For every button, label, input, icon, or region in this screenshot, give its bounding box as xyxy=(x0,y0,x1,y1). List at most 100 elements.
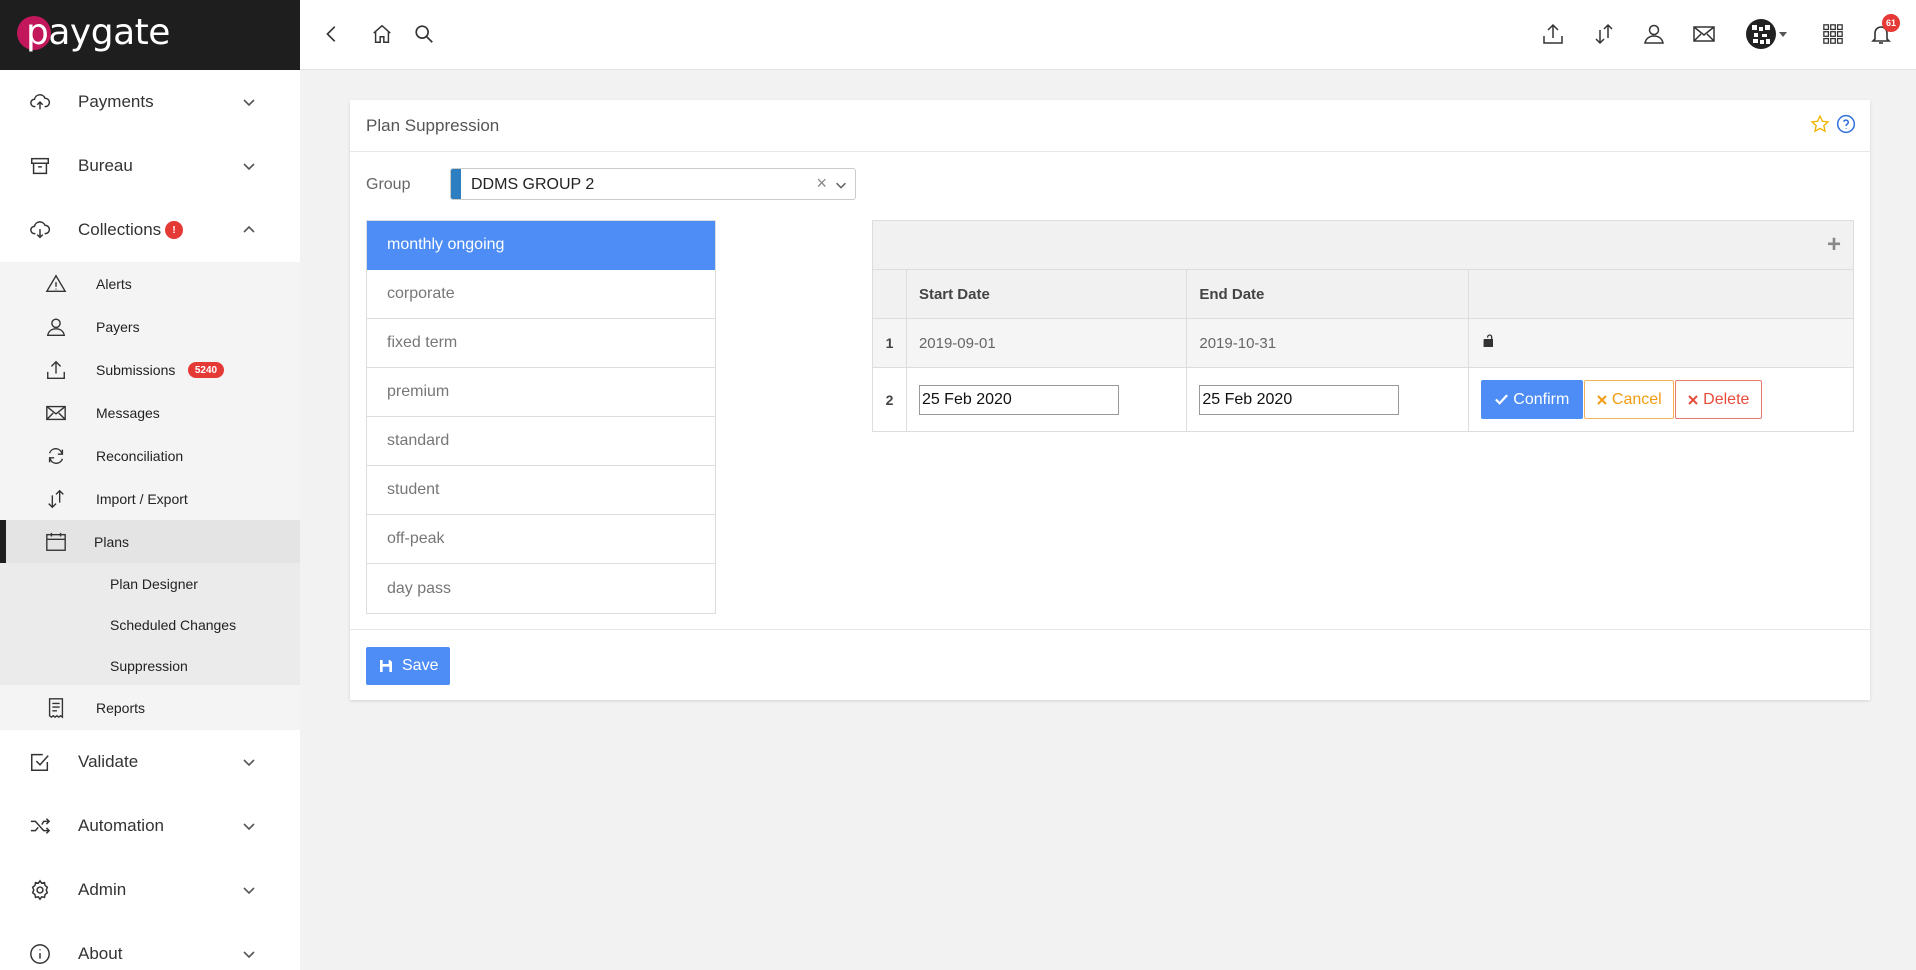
chevron-down-icon xyxy=(243,759,255,767)
sidebar-item-label: Payments xyxy=(78,92,154,111)
user-icon[interactable] xyxy=(1640,20,1668,48)
sync-icon xyxy=(44,444,68,468)
sidebar-item-label: Admin xyxy=(78,880,127,899)
page-title: Plan Suppression xyxy=(366,116,500,135)
sidebar-item-messages[interactable]: Messages xyxy=(0,391,300,434)
sidebar-item-suppression[interactable]: Suppression xyxy=(0,645,300,686)
plan-item-standard[interactable]: standard xyxy=(367,417,715,466)
topbar: 61 xyxy=(300,0,1916,70)
plan-item-corporate[interactable]: corporate xyxy=(367,270,715,319)
end-date-cell[interactable]: 2019-10-31 xyxy=(1187,319,1469,367)
cloud-download-icon xyxy=(28,218,52,242)
sidebar-item-plans[interactable]: Plans xyxy=(0,520,300,563)
table-row-editing[interactable]: 2 Confirm Cancel Delete xyxy=(873,368,1853,431)
start-date-input[interactable] xyxy=(918,384,1119,415)
sidebar-item-label: Automation xyxy=(78,816,164,835)
plan-item-monthly-ongoing[interactable]: monthly ongoing xyxy=(367,221,715,270)
sidebar-item-payments[interactable]: Payments xyxy=(0,70,300,134)
sidebar-item-label: Messages xyxy=(96,404,160,421)
plan-item-day-pass[interactable]: day pass xyxy=(367,564,715,613)
group-select[interactable]: DDMS GROUP 2 × xyxy=(450,168,856,200)
alert-badge: ! xyxy=(165,221,183,239)
transfer-icon[interactable] xyxy=(1590,20,1618,48)
chevron-down-icon[interactable] xyxy=(833,177,849,193)
sidebar-item-label: Submissions xyxy=(96,361,176,378)
floppy-disk-icon xyxy=(380,660,392,672)
avatar[interactable] xyxy=(1742,19,1792,49)
sidebar-item-plan-designer[interactable]: Plan Designer xyxy=(0,563,300,604)
clear-icon[interactable]: × xyxy=(816,173,827,194)
confirm-label: Confirm xyxy=(1513,390,1570,408)
sidebar-item-label: Bureau xyxy=(78,156,133,175)
upload-icon xyxy=(44,358,68,382)
chevron-down-icon xyxy=(243,823,255,831)
confirm-button[interactable]: Confirm xyxy=(1480,380,1583,419)
sidebar-item-payers[interactable]: Payers xyxy=(0,305,300,348)
home-icon[interactable] xyxy=(368,20,396,48)
plan-item-off-peak[interactable]: off-peak xyxy=(367,515,715,564)
star-icon[interactable] xyxy=(1810,114,1830,139)
back-icon[interactable] xyxy=(318,20,346,48)
sidebar-item-validate[interactable]: Validate xyxy=(0,730,300,794)
chevron-up-icon xyxy=(243,225,255,233)
add-row-icon[interactable]: + xyxy=(1827,231,1841,259)
delete-button[interactable]: Delete xyxy=(1674,380,1762,419)
checkbox-icon xyxy=(28,750,52,774)
group-color-bar xyxy=(451,169,461,199)
sidebar-item-import-export[interactable]: Import / Export xyxy=(0,477,300,520)
user-icon xyxy=(44,315,68,339)
start-date-cell[interactable]: 2019-09-01 xyxy=(907,319,1188,367)
sidebar-item-admin[interactable]: Admin xyxy=(0,858,300,922)
sidebar-item-automation[interactable]: Automation xyxy=(0,794,300,858)
warning-icon xyxy=(44,272,68,296)
close-icon xyxy=(1688,394,1698,405)
caret-down-icon xyxy=(1779,32,1787,37)
upload-icon[interactable] xyxy=(1539,20,1567,48)
cancel-button[interactable]: Cancel xyxy=(1583,380,1674,419)
sidebar-item-reconciliation[interactable]: Reconciliation xyxy=(0,434,300,477)
plan-list: monthly ongoing corporate fixed term pre… xyxy=(366,220,716,614)
row-number: 2 xyxy=(873,368,907,431)
save-button[interactable]: Save xyxy=(366,647,450,685)
info-icon xyxy=(28,942,52,966)
suppression-grid: + Start Date End Date 1 2019-09-01 2019-… xyxy=(872,220,1854,432)
receipt-icon xyxy=(44,696,68,720)
sidebar-item-label: Reconciliation xyxy=(96,447,184,464)
sidebar-item-scheduled-changes[interactable]: Scheduled Changes xyxy=(0,604,300,645)
sidebar-item-bureau[interactable]: Bureau xyxy=(0,134,300,198)
envelope-icon[interactable] xyxy=(1690,20,1718,48)
sidebar-item-submissions[interactable]: Submissions 5240 xyxy=(0,348,300,391)
table-row[interactable]: 1 2019-09-01 2019-10-31 xyxy=(873,319,1853,368)
sidebar-item-label: Alerts xyxy=(96,275,132,292)
logo-bar: paygate xyxy=(0,0,300,70)
sidebar: paygate Payments Bureau Collections ! Al… xyxy=(0,0,300,970)
gear-icon xyxy=(28,878,52,902)
sidebar-item-label: Validate xyxy=(78,752,139,771)
brand-logo[interactable]: paygate xyxy=(26,12,170,53)
sidebar-item-label: About xyxy=(78,944,123,963)
close-icon xyxy=(1597,394,1607,405)
save-label: Save xyxy=(402,657,439,674)
end-date-input[interactable] xyxy=(1199,384,1400,415)
plan-item-premium[interactable]: premium xyxy=(367,368,715,417)
chevron-down-icon xyxy=(243,163,255,171)
sidebar-item-about[interactable]: About xyxy=(0,922,300,970)
plan-suppression-card: Plan Suppression Group DDMS GROUP 2 × mo… xyxy=(350,100,1870,700)
apps-grid-icon[interactable] xyxy=(1819,20,1847,48)
unlock-icon[interactable] xyxy=(1481,333,1497,353)
chevron-down-icon xyxy=(243,99,255,107)
group-label: Group xyxy=(366,176,411,193)
sidebar-item-reports[interactable]: Reports xyxy=(0,686,300,729)
help-icon[interactable] xyxy=(1836,114,1856,139)
sidebar-item-alerts[interactable]: Alerts xyxy=(0,262,300,305)
sidebar-item-label: Payers xyxy=(96,318,140,335)
cloud-upload-icon xyxy=(28,90,52,114)
calendar-icon xyxy=(44,530,68,554)
search-icon[interactable] xyxy=(410,20,438,48)
sidebar-item-collections[interactable]: Collections ! xyxy=(0,198,300,262)
submissions-count-badge: 5240 xyxy=(188,362,224,378)
notification-count-badge: 61 xyxy=(1882,14,1900,32)
plan-item-student[interactable]: student xyxy=(367,466,715,515)
plan-item-fixed-term[interactable]: fixed term xyxy=(367,319,715,368)
chevron-down-icon xyxy=(243,887,255,895)
